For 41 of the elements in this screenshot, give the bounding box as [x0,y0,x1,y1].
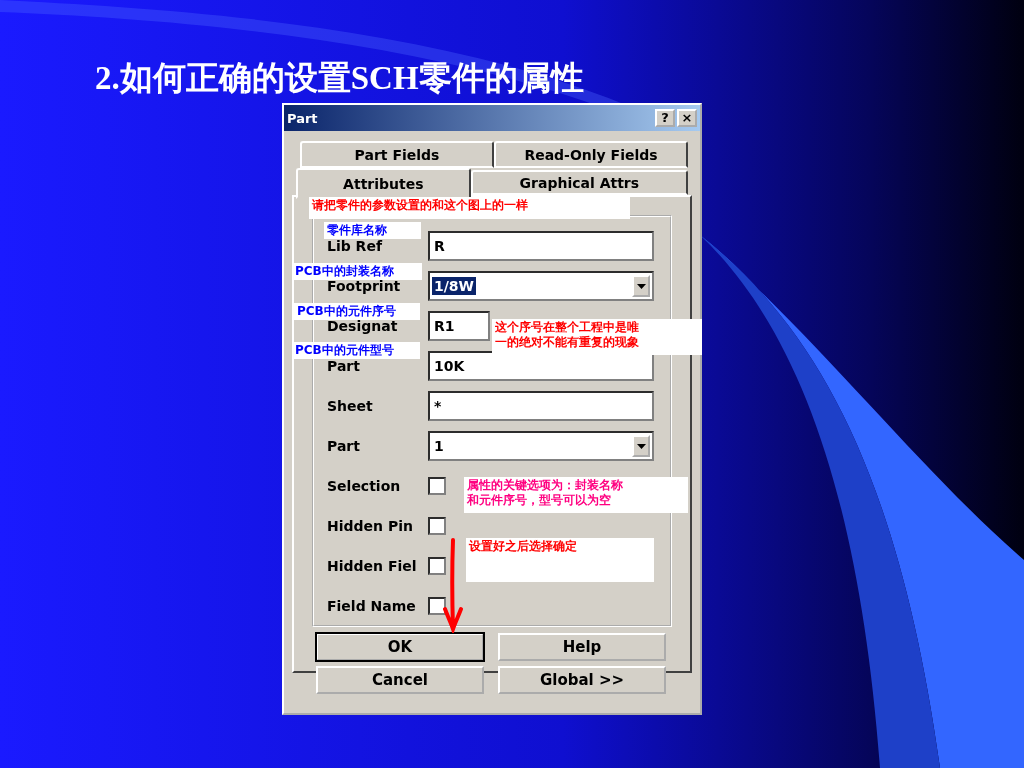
text-field[interactable]: R1 [428,311,490,341]
arrow-icon [442,537,464,633]
dialog-button[interactable]: Help [498,633,666,661]
field-label: Lib Ref [327,238,384,254]
checkbox[interactable] [428,477,446,495]
field-label: Hidden Pin [327,518,414,534]
annotation-text: 设置好之后选择确定 [469,539,577,554]
annotation-text: 属性的关键选项为：封装名称 和元件序号，型号可以为空 [467,478,623,508]
text-field[interactable]: 10K [428,351,654,381]
slide-title: 2.如何正确的设置SCH零件的属性 [95,59,584,98]
checkbox[interactable] [428,597,446,615]
field-label: Sheet [327,398,374,414]
field-label: Designat [327,318,399,334]
checkbox[interactable] [428,557,446,575]
dialog-button[interactable]: OK [316,633,484,661]
tab[interactable]: Part Fields [300,141,494,168]
close-button[interactable]: × [677,109,697,127]
tab[interactable]: Attributes [296,168,471,199]
dialog-button[interactable]: Cancel [316,666,484,694]
annotation-text: PCB中的元件型号 [295,343,394,358]
field-label: Selection [327,478,402,494]
dialog-button[interactable]: Global >> [498,666,666,694]
annotation-text: PCB中的封装名称 [295,264,394,279]
dropdown-field[interactable]: 1 [428,431,654,461]
field-label: Field Name [327,598,417,614]
dropdown-field[interactable]: 1/8W [428,271,654,301]
annotation-text: 这个序号在整个工程中是唯 一的绝对不能有重复的现象 [495,320,639,350]
tab[interactable]: Read-Only Fields [494,141,688,168]
window-title: Part [287,110,318,126]
annotation-text: 请把零件的参数设置的和这个图上的一样 [312,198,528,213]
tab[interactable]: Graphical Attrs [470,170,688,195]
field-label: Hidden Fiel [327,558,418,574]
field-label: Part [327,438,361,454]
annotation-text: 零件库名称 [327,223,387,238]
field-label: Part [327,358,361,374]
help-button[interactable]: ? [655,109,675,127]
field-label: Footprint [327,278,402,294]
annotation-text: PCB中的元件序号 [297,304,396,319]
text-field[interactable]: * [428,391,654,421]
checkbox[interactable] [428,517,446,535]
text-field[interactable]: R [428,231,654,261]
